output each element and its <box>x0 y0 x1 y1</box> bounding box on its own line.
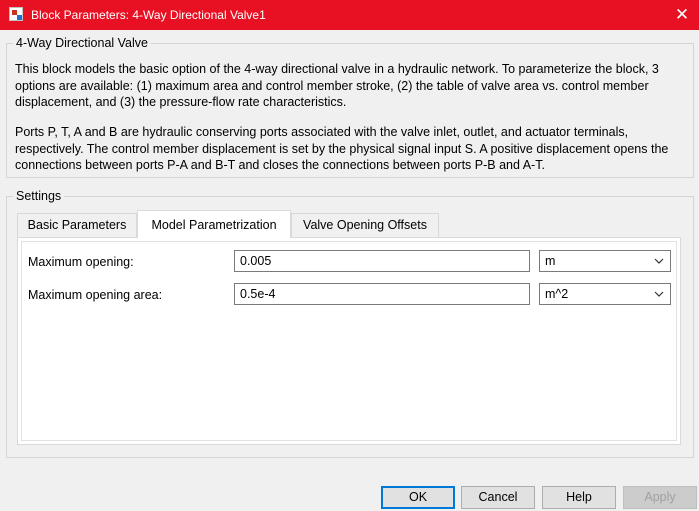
tab-basic-parameters[interactable]: Basic Parameters <box>17 213 137 237</box>
maximum-opening-unit-value: m <box>545 254 556 268</box>
maximum-opening-unit-select[interactable]: m <box>539 250 671 272</box>
chevron-down-icon <box>654 258 664 264</box>
close-button[interactable]: ✕ <box>665 0 699 30</box>
maximum-opening-area-label: Maximum opening area: <box>28 288 163 302</box>
tab-model-parametrization[interactable]: Model Parametrization <box>137 210 291 238</box>
tab-valve-opening-offsets[interactable]: Valve Opening Offsets <box>291 213 439 237</box>
maximum-opening-input[interactable]: 0.005 <box>234 250 530 272</box>
chevron-down-icon <box>654 291 664 297</box>
block-icon <box>9 7 23 21</box>
maximum-opening-label: Maximum opening: <box>28 255 134 269</box>
description-legend: 4-Way Directional Valve <box>13 36 151 50</box>
maximum-opening-area-unit-select[interactable]: m^2 <box>539 283 671 305</box>
window-title: Block Parameters: 4-Way Directional Valv… <box>31 8 266 22</box>
ok-button[interactable]: OK <box>381 486 455 509</box>
cancel-button[interactable]: Cancel <box>461 486 535 509</box>
help-button[interactable]: Help <box>542 486 616 509</box>
description-paragraph-2: Ports P, T, A and B are hydraulic conser… <box>15 125 669 172</box>
maximum-opening-area-unit-value: m^2 <box>545 287 569 301</box>
description-paragraph-1: This block models the basic option of th… <box>15 62 659 109</box>
title-bar: Block Parameters: 4-Way Directional Valv… <box>0 0 699 30</box>
settings-legend: Settings <box>13 189 65 203</box>
apply-button: Apply <box>623 486 697 509</box>
maximum-opening-area-input[interactable]: 0.5e-4 <box>234 283 530 305</box>
